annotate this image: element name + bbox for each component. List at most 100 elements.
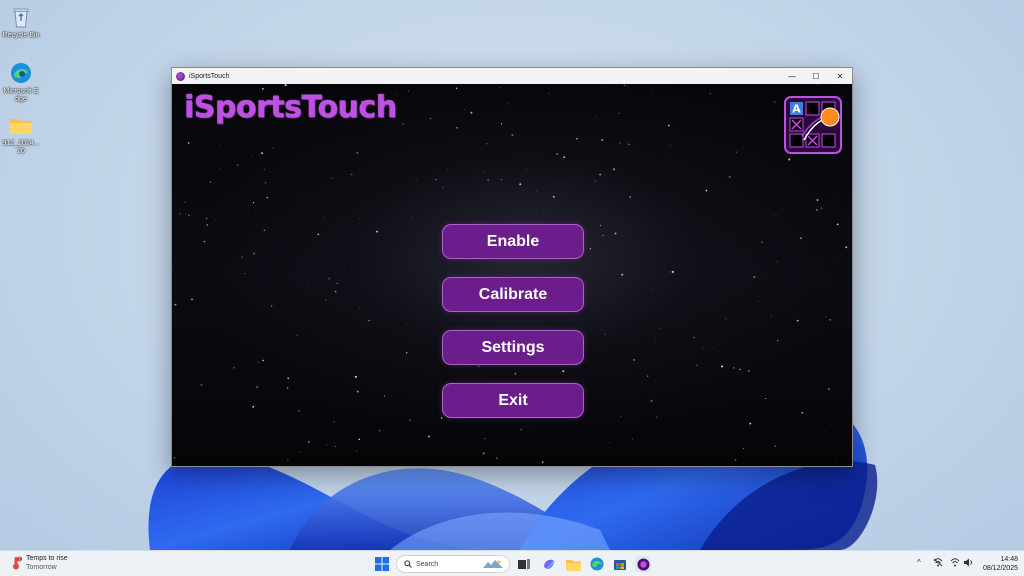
star (725, 318, 727, 320)
star (736, 151, 738, 153)
star (604, 333, 606, 335)
star (773, 101, 776, 103)
calibrate-button[interactable]: Calibrate (442, 277, 584, 312)
star (705, 189, 708, 192)
weather-widget[interactable]: 1 Temps to rise Tomorrow (10, 554, 68, 572)
star (359, 218, 361, 220)
task-view-icon[interactable] (516, 556, 532, 572)
star (601, 234, 604, 237)
thermometer-icon: 1 (10, 556, 22, 570)
star (333, 421, 335, 423)
star (253, 252, 256, 255)
star (600, 225, 602, 227)
star (272, 147, 274, 149)
edge-taskbar-icon[interactable] (589, 556, 605, 572)
star (671, 270, 674, 273)
star (236, 164, 239, 167)
star (440, 417, 443, 419)
star (721, 365, 724, 368)
star (323, 217, 325, 219)
star (576, 137, 578, 140)
window-titlebar[interactable]: iSportsTouch — ☐ ✕ (172, 68, 852, 84)
close-button[interactable]: ✕ (828, 68, 852, 84)
star (495, 457, 499, 460)
star (206, 224, 208, 226)
star (631, 438, 633, 440)
search-highlight-icon (482, 559, 504, 569)
desktop-icon-folder[interactable]: 912_2024...20 (2, 112, 40, 156)
star (483, 437, 486, 440)
star (340, 268, 341, 269)
star (742, 447, 744, 449)
star (623, 84, 625, 86)
star (446, 168, 448, 170)
star (188, 214, 190, 217)
store-icon[interactable] (612, 556, 628, 572)
star (350, 173, 353, 176)
star (776, 261, 778, 263)
star (227, 138, 228, 140)
star (402, 123, 405, 125)
star (748, 370, 750, 372)
star (486, 143, 488, 145)
start-button[interactable] (374, 556, 390, 572)
star (614, 232, 617, 235)
exit-button[interactable]: Exit (442, 383, 584, 418)
star (215, 219, 217, 221)
star (817, 84, 819, 86)
star (817, 372, 819, 374)
star (260, 152, 263, 155)
file-explorer-icon[interactable] (565, 556, 581, 572)
network-icon[interactable] (933, 558, 943, 569)
logo-letter: A (792, 103, 801, 116)
star (410, 217, 412, 218)
star (336, 282, 338, 285)
star (284, 84, 287, 87)
minimize-button[interactable]: — (780, 68, 804, 84)
copilot-icon[interactable] (541, 556, 557, 572)
star (326, 444, 328, 446)
taskbar-search[interactable]: Search (396, 555, 510, 573)
star (464, 109, 465, 110)
star (233, 366, 235, 369)
desktop-icon-recycle-bin[interactable]: Recycle Bin (2, 4, 40, 40)
star (307, 285, 309, 287)
star (409, 419, 411, 422)
maximize-button[interactable]: ☐ (804, 68, 828, 84)
star (820, 207, 823, 209)
star (500, 123, 503, 125)
isportstouch-taskbar-icon[interactable] (635, 556, 651, 572)
star (180, 177, 182, 179)
star (601, 138, 604, 141)
star (354, 375, 357, 378)
star (667, 124, 670, 127)
star (356, 450, 358, 452)
settings-button[interactable]: Settings (442, 330, 584, 365)
star (394, 278, 396, 280)
system-clock[interactable]: 14:48 08/12/2025 (972, 555, 1018, 573)
show-hidden-icons[interactable]: ^ (917, 558, 921, 567)
star (788, 158, 791, 161)
star (519, 183, 522, 186)
app-content: iSportsTouch A Enable Calibrate Settings… (172, 84, 852, 466)
desktop-icon-edge[interactable]: Microsoft Edge (2, 60, 40, 104)
star (816, 199, 819, 201)
star (416, 179, 418, 181)
star (478, 365, 480, 367)
star (702, 348, 703, 350)
wifi-icon[interactable] (950, 558, 960, 569)
star (219, 145, 221, 146)
star (650, 288, 652, 290)
star (669, 144, 671, 146)
star (220, 168, 221, 170)
star (835, 459, 837, 461)
star (328, 277, 331, 280)
star (370, 130, 372, 132)
enable-button[interactable]: Enable (442, 224, 584, 259)
star (717, 241, 719, 242)
star (650, 399, 653, 402)
star (507, 103, 509, 105)
folder-icon (8, 112, 34, 138)
star (383, 395, 386, 397)
star (271, 305, 273, 307)
